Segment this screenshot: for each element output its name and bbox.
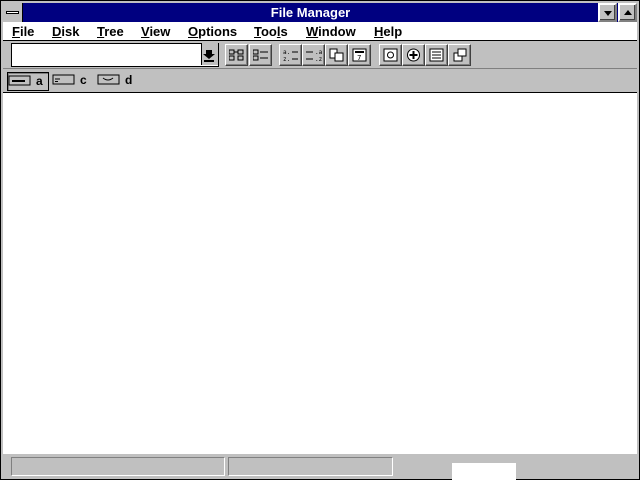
menu-window[interactable]: Window	[306, 22, 356, 41]
menu-tree[interactable]: Tree	[97, 22, 124, 41]
disconnect-network-drive-icon	[253, 49, 268, 61]
svg-text:.z: .z	[315, 56, 322, 62]
drive-c[interactable]: c	[52, 72, 92, 89]
status-pane-left	[11, 457, 225, 476]
connect-network-drive-button[interactable]	[225, 44, 248, 66]
stop-sharing-icon	[407, 48, 420, 62]
sort-by-date-icon: 7	[352, 48, 367, 62]
svg-text:7: 7	[357, 54, 361, 62]
svg-text:z.: z.	[283, 56, 290, 62]
menu-file[interactable]: File	[12, 22, 34, 41]
stop-sharing-button[interactable]	[402, 44, 425, 66]
drive-a[interactable]: a	[7, 72, 49, 91]
menu-tools[interactable]: Tools	[254, 22, 288, 41]
cdrom-drive-icon	[97, 74, 120, 85]
menu-bar: File Disk Tree View Options Tools Window…	[3, 22, 637, 41]
window-title: File Manager	[270, 5, 351, 20]
svg-text:.a: .a	[315, 49, 322, 56]
status-blank-area	[452, 463, 516, 480]
connect-network-drive-icon	[229, 49, 244, 61]
share-as-button[interactable]	[379, 44, 402, 66]
sort-by-size-icon	[329, 48, 344, 62]
view-details-button[interactable]	[425, 44, 448, 66]
drive-c-label: c	[80, 73, 87, 87]
menu-view[interactable]: View	[141, 22, 170, 41]
new-window-icon	[453, 48, 467, 62]
menu-tools-part: Too	[254, 24, 277, 39]
system-menu-icon	[6, 11, 19, 14]
menu-disk[interactable]: Disk	[52, 22, 79, 41]
menu-tools-part: s	[280, 24, 288, 39]
new-window-button[interactable]	[448, 44, 471, 66]
toolbar: a. z. .a .z 7	[3, 41, 637, 69]
disconnect-network-drive-button[interactable]	[249, 44, 272, 66]
floppy-drive-icon	[8, 75, 31, 86]
drive-d[interactable]: d	[97, 72, 137, 89]
drive-d-label: d	[125, 73, 133, 87]
menu-options[interactable]: Options	[188, 22, 237, 41]
sort-by-date-button[interactable]: 7	[348, 44, 371, 66]
sort-by-size-button[interactable]	[325, 44, 348, 66]
status-pane-right	[228, 457, 393, 476]
svg-text:a.: a.	[283, 49, 290, 56]
mdi-workspace[interactable]	[3, 93, 637, 453]
drive-combo[interactable]	[11, 43, 219, 67]
sort-by-name-button[interactable]: a. z.	[279, 44, 302, 66]
drive-bar: a c d	[3, 69, 637, 93]
sort-by-name-icon: a.z.	[283, 49, 298, 62]
minimize-button[interactable]	[598, 3, 617, 22]
arrow-down-icon	[203, 50, 215, 62]
menu-help[interactable]: Help	[374, 22, 402, 41]
maximize-icon	[624, 10, 632, 15]
view-details-icon	[429, 48, 444, 62]
sort-by-type-icon: .a.z	[306, 49, 322, 62]
status-bar	[3, 453, 637, 477]
share-as-icon	[383, 48, 398, 62]
maximize-button[interactable]	[618, 3, 637, 22]
minimize-icon	[604, 11, 612, 16]
drive-combo-dropdown-button[interactable]	[201, 43, 218, 65]
drive-a-label: a	[36, 74, 43, 88]
hard-drive-icon	[52, 74, 75, 85]
sort-by-type-button[interactable]: .a .z	[302, 44, 325, 66]
